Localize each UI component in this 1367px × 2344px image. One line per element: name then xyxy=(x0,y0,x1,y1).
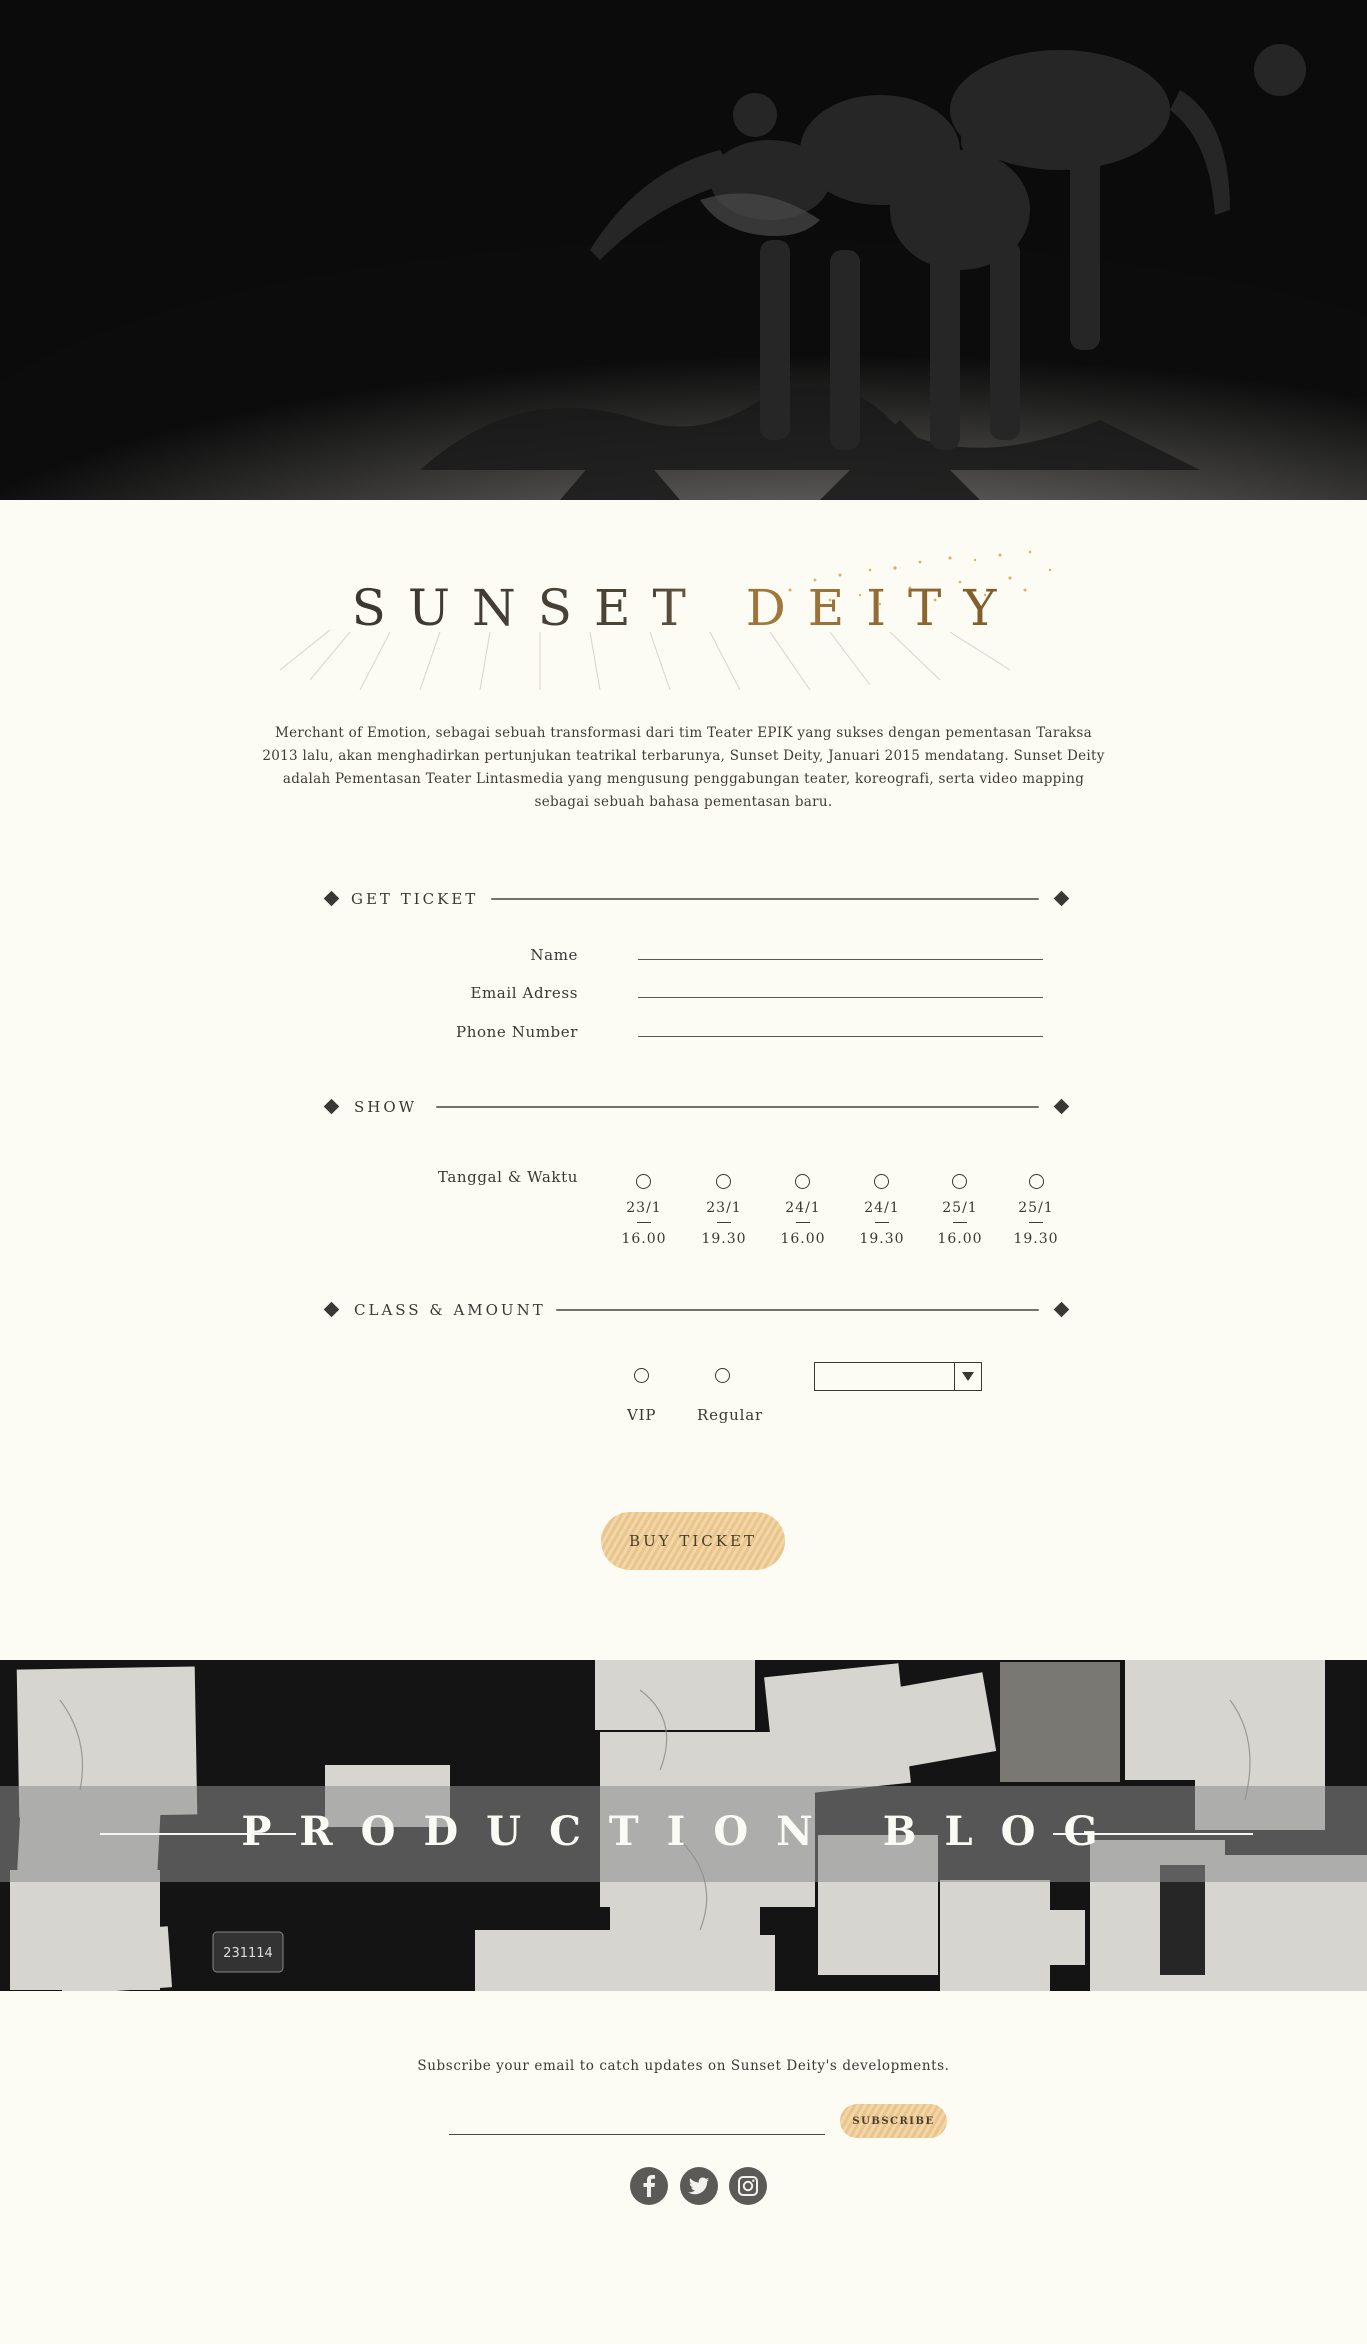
get-ticket-title: GET TICKET xyxy=(351,890,479,908)
sunset-deity-logo: SUNSET DEITY xyxy=(270,540,1100,700)
logo-text: SUNSET DEITY xyxy=(352,579,1019,637)
show-radio-4[interactable] xyxy=(874,1174,889,1189)
class-amount-title: CLASS & AMOUNT xyxy=(354,1301,546,1319)
hero-image xyxy=(0,0,1367,500)
show-slot-5: 25/1 16.00 xyxy=(930,1200,990,1247)
slot-time: 19.30 xyxy=(1013,1231,1059,1247)
diamond-icon xyxy=(323,1098,340,1115)
divider-line xyxy=(491,898,1039,900)
slot-time: 16.00 xyxy=(937,1231,983,1247)
phone-label: Phone Number xyxy=(456,1023,578,1041)
phone-field[interactable] xyxy=(638,1035,1043,1037)
sticker-label: 231114 xyxy=(223,1946,273,1961)
slot-time: 16.00 xyxy=(621,1231,667,1247)
twitter-icon[interactable] xyxy=(680,2167,718,2205)
slot-date: 23/1 xyxy=(706,1200,742,1216)
date-time-label: Tanggal & Waktu xyxy=(437,1168,578,1186)
show-slot-2: 23/1 19.30 xyxy=(694,1200,754,1247)
show-slot-6: 25/1 19.30 xyxy=(1006,1200,1066,1247)
diamond-icon xyxy=(1053,1301,1070,1318)
class-radio-vip[interactable] xyxy=(634,1368,649,1383)
subscribe-text: Subscribe your email to catch updates on… xyxy=(417,2058,950,2074)
intro-text: Merchant of Emotion, sebagai sebuah tran… xyxy=(262,725,1105,810)
slot-time: 16.00 xyxy=(780,1231,826,1247)
slot-date: 23/1 xyxy=(626,1200,662,1216)
chevron-down-icon[interactable] xyxy=(954,1363,981,1390)
show-radio-5[interactable] xyxy=(952,1174,967,1189)
slot-time: 19.30 xyxy=(859,1231,905,1247)
diamond-icon xyxy=(323,1301,340,1318)
show-slot-1: 23/1 16.00 xyxy=(614,1200,674,1247)
diamond-icon xyxy=(323,890,340,907)
slot-date: 24/1 xyxy=(785,1200,821,1216)
class-label-vip: VIP xyxy=(627,1406,657,1424)
diamond-icon xyxy=(1053,1098,1070,1115)
slot-date: 25/1 xyxy=(1018,1200,1054,1216)
get-ticket-header: GET TICKET xyxy=(323,890,1070,910)
production-blog-banner[interactable]: 231114 PRODUCTION BLOG xyxy=(0,1660,1367,1991)
subscribe-email-input[interactable] xyxy=(449,2134,825,2135)
facebook-icon[interactable] xyxy=(630,2167,668,2205)
show-radio-6[interactable] xyxy=(1029,1174,1044,1189)
email-field[interactable] xyxy=(638,996,1043,998)
show-title: SHOW xyxy=(354,1098,418,1116)
slot-date: 24/1 xyxy=(864,1200,900,1216)
show-slot-4: 24/1 19.30 xyxy=(852,1200,912,1247)
divider-line xyxy=(436,1106,1039,1108)
buy-ticket-button[interactable]: BUY TICKET xyxy=(601,1512,785,1570)
show-radio-2[interactable] xyxy=(716,1174,731,1189)
diamond-icon xyxy=(1053,890,1070,907)
name-label: Name xyxy=(530,946,578,964)
show-radio-1[interactable] xyxy=(636,1174,651,1189)
email-label: Email Adress xyxy=(470,984,578,1002)
divider-line xyxy=(556,1309,1039,1311)
production-blog-title[interactable]: PRODUCTION BLOG xyxy=(0,1808,1367,1855)
slot-date: 25/1 xyxy=(942,1200,978,1216)
class-amount-header: CLASS & AMOUNT xyxy=(323,1301,1070,1321)
class-label-regular: Regular xyxy=(697,1406,763,1424)
class-radio-regular[interactable] xyxy=(715,1368,730,1383)
show-radio-3[interactable] xyxy=(795,1174,810,1189)
subscribe-button[interactable]: SUBSCRIBE xyxy=(840,2104,947,2138)
slot-time: 19.30 xyxy=(701,1231,747,1247)
name-field[interactable] xyxy=(638,958,1043,960)
instagram-icon[interactable] xyxy=(729,2167,767,2205)
show-slot-3: 24/1 16.00 xyxy=(773,1200,833,1247)
amount-select[interactable] xyxy=(814,1362,982,1391)
show-header: SHOW xyxy=(323,1098,1070,1118)
